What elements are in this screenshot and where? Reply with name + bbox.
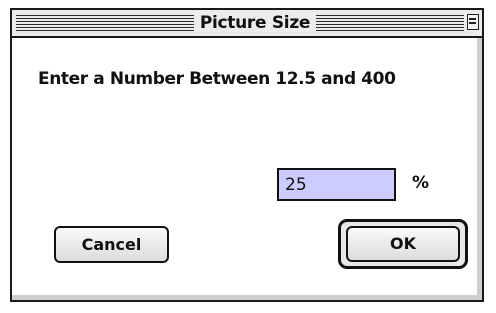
default-button-ring: OK xyxy=(338,219,468,269)
prompt-text: Enter a Number Between 12.5 and 400 xyxy=(38,69,396,89)
ok-button[interactable]: OK xyxy=(346,226,460,262)
title-bar-stripes-left xyxy=(16,15,194,31)
picture-size-input[interactable] xyxy=(277,168,396,201)
cancel-button[interactable]: Cancel xyxy=(54,226,169,263)
dialog-title: Picture Size xyxy=(199,13,311,33)
title-bar-stripes-right xyxy=(316,15,464,31)
percent-unit-label: % xyxy=(412,173,430,193)
collapse-box-icon[interactable] xyxy=(467,14,479,30)
title-bar[interactable]: Picture Size xyxy=(12,10,482,38)
picture-size-dialog: Picture Size Enter a Number Between 12.5… xyxy=(10,8,484,302)
dialog-content: Enter a Number Between 12.5 and 400 % Ca… xyxy=(12,38,482,300)
